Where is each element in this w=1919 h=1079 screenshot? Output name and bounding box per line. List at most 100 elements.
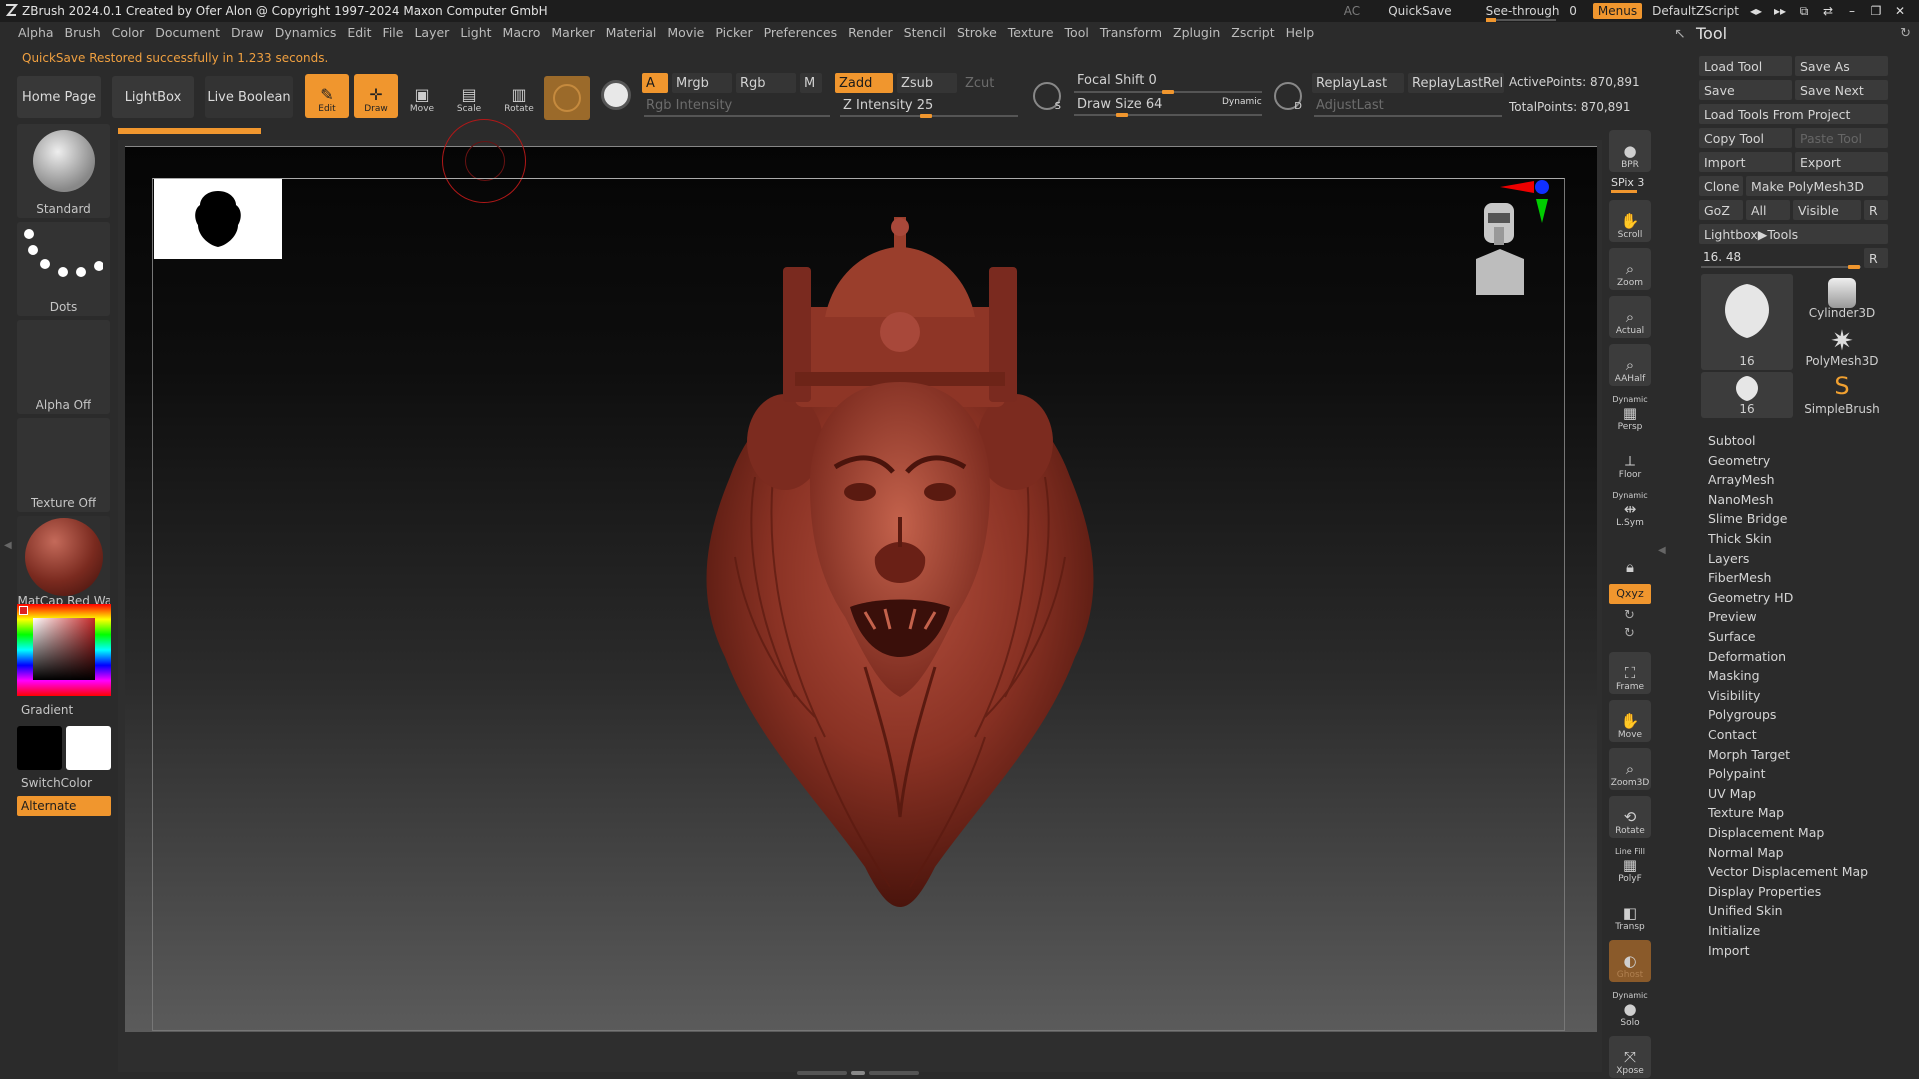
zsub-toggle[interactable]: Zsub: [897, 73, 957, 93]
menu-render[interactable]: Render: [848, 25, 901, 40]
mrgb-toggle[interactable]: Mrgb: [672, 73, 732, 93]
persp-button[interactable]: Dynamic ▦ Persp: [1609, 392, 1651, 434]
tool-section-normal-map[interactable]: Normal Map: [1708, 845, 1784, 860]
see-through-slider[interactable]: See-through 0: [1480, 4, 1583, 22]
tool-section-initialize[interactable]: Initialize: [1708, 923, 1760, 938]
quicksave-button[interactable]: QuickSave: [1388, 4, 1451, 18]
menu-brush[interactable]: Brush: [65, 25, 109, 40]
menu-document[interactable]: Document: [155, 25, 228, 40]
ghost-button[interactable]: ◐ Ghost: [1609, 940, 1651, 982]
texture-selector[interactable]: Texture Off: [17, 418, 110, 512]
brush-selector[interactable]: Standard: [17, 124, 110, 218]
menu-zplugin[interactable]: Zplugin: [1173, 25, 1228, 40]
menu-edit[interactable]: Edit: [347, 25, 379, 40]
focal-shift-slider[interactable]: Focal Shift 0: [1073, 70, 1263, 90]
bpr-button[interactable]: ● BPR: [1609, 130, 1651, 172]
clone-button[interactable]: Clone: [1699, 176, 1743, 196]
tool-section-preview[interactable]: Preview: [1708, 609, 1757, 624]
tool-thumb-simplebrush[interactable]: S SimpleBrush: [1795, 372, 1889, 418]
tool-thumb-lion-small[interactable]: 16: [1701, 372, 1793, 418]
xyz-toggle[interactable]: Qxyz: [1609, 584, 1651, 604]
alternate-toggle[interactable]: Alternate: [17, 796, 111, 816]
tool-section-polypaint[interactable]: Polypaint: [1708, 766, 1766, 781]
edit-mode-button[interactable]: ✎ Edit: [305, 74, 349, 118]
layout-toggle-icon[interactable]: ◂▸: [1749, 4, 1763, 18]
m-toggle[interactable]: M: [800, 73, 822, 93]
load-tools-from-project-button[interactable]: Load Tools From Project: [1699, 104, 1888, 124]
zoom-button[interactable]: ⌕ Zoom: [1609, 248, 1651, 290]
lsym-button[interactable]: Dynamic ⇹ L.Sym: [1609, 488, 1651, 530]
menu-preferences[interactable]: Preferences: [764, 25, 846, 40]
tool-section-fibermesh[interactable]: FiberMesh: [1708, 570, 1771, 585]
rotate-mode-button[interactable]: ▥ Rotate: [497, 74, 541, 118]
zoom3d-button[interactable]: ⌕ Zoom3D: [1609, 748, 1651, 790]
tool-section-morph-target[interactable]: Morph Target: [1708, 747, 1790, 762]
menu-light[interactable]: Light: [460, 25, 499, 40]
transp-button[interactable]: ◧ Transp: [1609, 892, 1651, 934]
menu-file[interactable]: File: [383, 25, 412, 40]
polyf-button[interactable]: Line Fill ▦ PolyF: [1609, 844, 1651, 886]
menu-dynamics[interactable]: Dynamics: [275, 25, 345, 40]
a-toggle[interactable]: A: [642, 73, 668, 93]
tool-section-subtool[interactable]: Subtool: [1708, 433, 1755, 448]
bottom-shelf-handle[interactable]: [793, 1071, 923, 1079]
tool-section-surface[interactable]: Surface: [1708, 629, 1756, 644]
tool-section-deformation[interactable]: Deformation: [1708, 649, 1786, 664]
lightbox-tools-button[interactable]: Lightbox▶Tools: [1699, 224, 1888, 244]
tool-section-unified-skin[interactable]: Unified Skin: [1708, 903, 1783, 918]
gradient-label[interactable]: Gradient: [21, 703, 73, 717]
goz-button[interactable]: GoZ: [1699, 200, 1743, 220]
rotate-view-button[interactable]: ⟲ Rotate: [1609, 796, 1651, 838]
z-intensity-slider[interactable]: Z Intensity 25: [839, 95, 1019, 115]
tool-section-geometry[interactable]: Geometry: [1708, 453, 1770, 468]
draw-mode-button[interactable]: ✛ Draw: [354, 74, 398, 118]
palette-pin-icon[interactable]: ↖: [1674, 26, 1686, 42]
make-polymesh3d-button[interactable]: Make PolyMesh3D: [1746, 176, 1888, 196]
tool-section-uv-map[interactable]: UV Map: [1708, 786, 1756, 801]
move-mode-button[interactable]: ▣ Move: [400, 74, 444, 118]
color-picker[interactable]: [17, 604, 111, 696]
rgb-toggle[interactable]: Rgb: [736, 73, 796, 93]
xpose-button[interactable]: ⤧ Xpose: [1609, 1036, 1651, 1078]
save-as-button[interactable]: Save As: [1795, 56, 1888, 76]
aahalf-button[interactable]: ⌕ AAHalf: [1609, 344, 1651, 386]
tool-section-import[interactable]: Import: [1708, 943, 1750, 958]
tool-section-contact[interactable]: Contact: [1708, 727, 1757, 742]
menu-marker[interactable]: Marker: [551, 25, 602, 40]
palette-refresh-icon[interactable]: ↻: [1900, 26, 1911, 41]
solo-button[interactable]: Dynamic ● Solo: [1609, 988, 1651, 1030]
menu-color[interactable]: Color: [112, 25, 153, 40]
tool-count-slider[interactable]: 16. 48: [1703, 250, 1741, 264]
rgb-intensity-slider[interactable]: Rgb Intensity: [642, 95, 832, 115]
tool-section-slime-bridge[interactable]: Slime Bridge: [1708, 511, 1787, 526]
main-color-swatch[interactable]: [17, 726, 62, 770]
menu-tool[interactable]: Tool: [1065, 25, 1097, 40]
tool-thumb-polymesh[interactable]: ✷ PolyMesh3D: [1795, 322, 1889, 370]
tool-section-thick-skin[interactable]: Thick Skin: [1708, 531, 1772, 546]
tool-section-display-properties[interactable]: Display Properties: [1708, 884, 1821, 899]
spix-knob[interactable]: [1611, 190, 1637, 193]
export-button[interactable]: Export: [1795, 152, 1888, 172]
tool-thumb-lion[interactable]: 16: [1701, 274, 1793, 370]
tool-count-r-button[interactable]: R: [1864, 248, 1888, 268]
actual-button[interactable]: ⌕ Actual: [1609, 296, 1651, 338]
rotate-z-icon[interactable]: ↻: [1624, 626, 1635, 641]
lock-button[interactable]: 🔒︎: [1609, 536, 1651, 578]
menu-alpha[interactable]: Alpha: [18, 25, 62, 40]
tool-thumb-cylinder[interactable]: Cylinder3D: [1795, 274, 1889, 322]
tool-section-geometry-hd[interactable]: Geometry HD: [1708, 590, 1793, 605]
menu-stroke[interactable]: Stroke: [957, 25, 1005, 40]
goz-all-button[interactable]: All: [1746, 200, 1790, 220]
right-collapse-icon[interactable]: ◀: [1658, 545, 1666, 556]
home-page-button[interactable]: Home Page: [17, 76, 101, 118]
menu-stencil[interactable]: Stencil: [904, 25, 954, 40]
menu-draw[interactable]: Draw: [231, 25, 272, 40]
import-button[interactable]: Import: [1699, 152, 1792, 172]
frame-button[interactable]: ⛶ Frame: [1609, 652, 1651, 694]
zadd-toggle[interactable]: Zadd: [835, 73, 893, 93]
tool-section-texture-map[interactable]: Texture Map: [1708, 805, 1784, 820]
z-intensity-knob[interactable]: [920, 114, 932, 118]
menu-layer[interactable]: Layer: [414, 25, 457, 40]
load-tool-button[interactable]: Load Tool: [1699, 56, 1792, 76]
color-square[interactable]: [33, 618, 95, 680]
